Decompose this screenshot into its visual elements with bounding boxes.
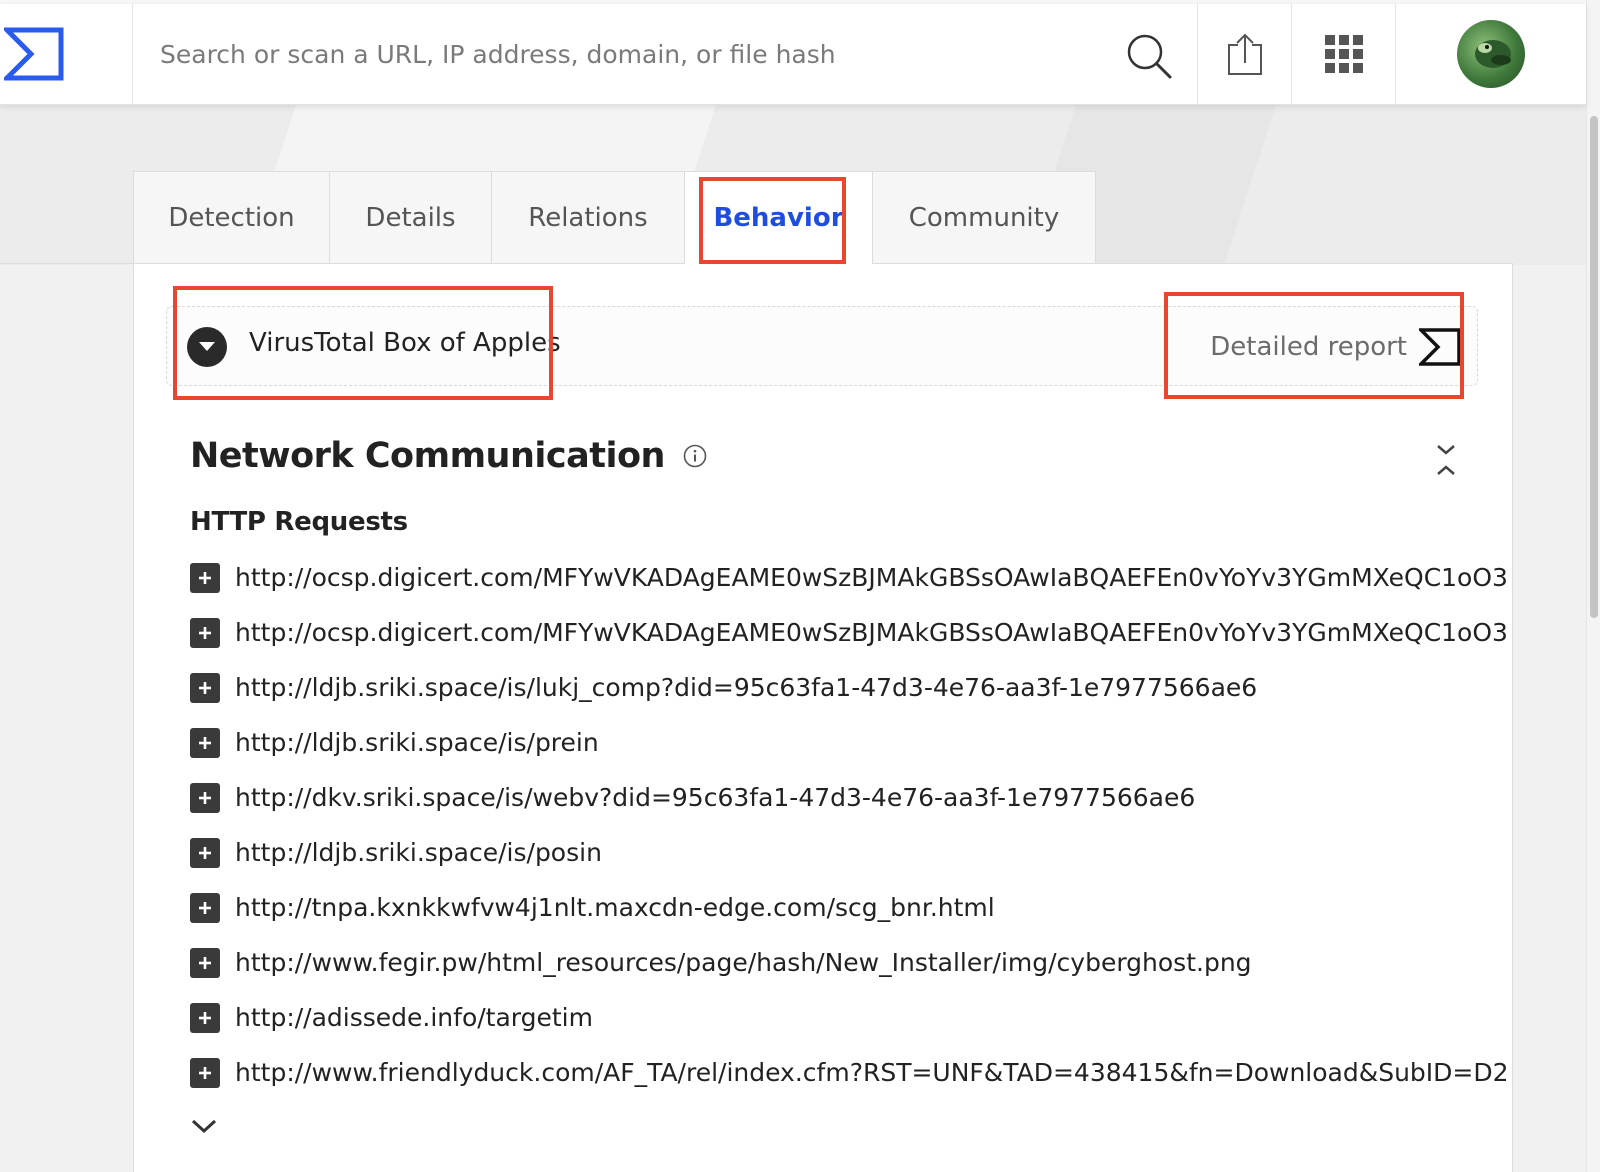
http-requests-heading: HTTP Requests [190, 507, 408, 537]
apps-grid-icon [1324, 35, 1363, 73]
section-title: Network Communication [190, 436, 707, 476]
http-request-url[interactable]: http://ocsp.digicert.com/MFYwVKADAgEAME0… [235, 618, 1508, 647]
tab-relations[interactable]: Relations [491, 171, 684, 264]
search-icon[interactable] [1125, 32, 1173, 80]
tab-label: Community [908, 202, 1060, 233]
expand-plus-icon[interactable] [190, 782, 220, 813]
http-request-url[interactable]: http://ldjb.sriki.space/is/lukj_comp?did… [235, 673, 1257, 702]
highlight-behavior-tab [699, 177, 846, 264]
expand-plus-icon[interactable] [190, 892, 220, 923]
logo[interactable] [0, 4, 133, 104]
divider [0, 263, 134, 264]
http-request-row: http://tnpa.kxnkkwfvw4j1nlt.maxcdn-edge.… [190, 880, 1512, 935]
http-request-row: http://dkv.sriki.space/is/webv?did=95c63… [190, 770, 1512, 825]
http-request-url[interactable]: http://dkv.sriki.space/is/webv?did=95c63… [235, 783, 1195, 812]
tab-detection[interactable]: Detection [133, 171, 329, 264]
tab-label: Relations [528, 202, 648, 233]
apps-menu-button[interactable] [1292, 4, 1396, 104]
upload-button[interactable] [1198, 4, 1292, 104]
http-request-row: http://ldjb.sriki.space/is/posin [190, 825, 1512, 880]
highlight-sandbox-name [173, 286, 553, 400]
expand-plus-icon[interactable] [190, 947, 220, 978]
http-request-row: http://ldjb.sriki.space/is/prein [190, 715, 1512, 770]
page-scrollbar[interactable] [1586, 0, 1600, 1172]
search-box [133, 4, 1198, 104]
http-request-url[interactable]: http://ocsp.digicert.com/MFYwVKADAgEAME0… [235, 563, 1508, 592]
avatar-image-icon [1475, 40, 1511, 68]
expand-plus-icon[interactable] [190, 1057, 220, 1088]
expand-plus-icon[interactable] [190, 1002, 220, 1033]
http-request-row: http://adissede.info/targetim [190, 990, 1512, 1045]
expand-plus-icon[interactable] [190, 727, 220, 758]
expand-plus-icon[interactable] [190, 617, 220, 648]
http-request-url[interactable]: http://tnpa.kxnkkwfvw4j1nlt.maxcdn-edge.… [235, 893, 995, 922]
tab-community[interactable]: Community [872, 171, 1096, 264]
expand-plus-icon[interactable] [190, 837, 220, 868]
search-input[interactable] [133, 4, 1197, 104]
http-requests-list: http://ocsp.digicert.com/MFYwVKADAgEAME0… [190, 550, 1512, 1100]
http-request-row: http://ldjb.sriki.space/is/lukj_comp?did… [190, 660, 1512, 715]
http-request-row: http://ocsp.digicert.com/MFYwVKADAgEAME0… [190, 605, 1512, 660]
top-bar [0, 4, 1586, 105]
user-menu[interactable] [1396, 4, 1586, 104]
tab-details[interactable]: Details [329, 171, 491, 264]
http-request-url[interactable]: http://adissede.info/targetim [235, 1003, 593, 1032]
http-request-row: http://ocsp.digicert.com/MFYwVKADAgEAME0… [190, 550, 1512, 605]
tab-label: Detection [168, 202, 295, 233]
highlight-detailed-report [1164, 292, 1464, 399]
upload-icon [1227, 33, 1262, 75]
virustotal-logo-icon[interactable] [4, 27, 64, 81]
tab-label: Details [365, 202, 456, 233]
collapse-section-icon[interactable] [1434, 442, 1458, 482]
scrollbar-thumb[interactable] [1590, 116, 1598, 618]
show-more-chevron-icon[interactable] [190, 1117, 218, 1139]
http-request-row: http://www.fegir.pw/html_resources/page/… [190, 935, 1512, 990]
tab-bar: Detection Details Relations Behavior Com… [133, 171, 1096, 264]
avatar[interactable] [1457, 20, 1525, 88]
info-icon[interactable] [683, 444, 707, 468]
http-request-url[interactable]: http://ldjb.sriki.space/is/prein [235, 728, 599, 757]
section-title-text: Network Communication [190, 436, 665, 476]
http-request-row: http://www.friendlyduck.com/AF_TA/rel/in… [190, 1045, 1512, 1100]
http-request-url[interactable]: http://ldjb.sriki.space/is/posin [235, 838, 602, 867]
expand-plus-icon[interactable] [190, 562, 220, 593]
http-request-url[interactable]: http://www.fegir.pw/html_resources/page/… [235, 948, 1252, 977]
http-request-url[interactable]: http://www.friendlyduck.com/AF_TA/rel/in… [235, 1058, 1509, 1087]
expand-plus-icon[interactable] [190, 672, 220, 703]
